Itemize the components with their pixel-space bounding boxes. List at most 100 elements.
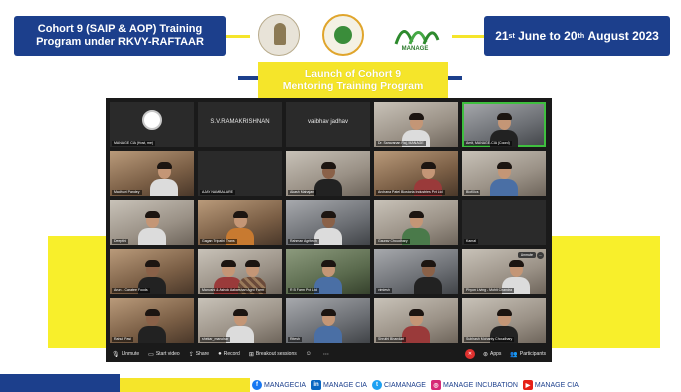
participant-tile[interactable]: Shruthi Bhandari [374, 298, 458, 343]
participant-video [314, 309, 342, 343]
breakout-sessions-button[interactable]: ⊞ Breakout sessions [249, 351, 297, 358]
participant-tile[interactable]: Subhash Mohanty Choudhary [462, 298, 546, 343]
more-button[interactable]: ⋯ [323, 351, 331, 358]
participant-name: Manushi & Ashok Aakarshan Agro Farm [200, 288, 266, 293]
close-icon: ✕ [467, 351, 473, 357]
participant-name: Ritesh [288, 337, 302, 342]
twitter-handle: CIAMANAGE [383, 381, 426, 389]
cohort-title-line1: Cohort 9 (SAIP & AOP) Training [37, 23, 203, 35]
cohort-title-line2: Program under RKVY-RAFTAAR [36, 36, 204, 48]
manage-seal-logo-icon [322, 14, 364, 56]
participant-tile[interactable]: Archana Patel Biostoria Industries Pvt L… [374, 151, 458, 196]
date-end-rest: August 2023 [587, 29, 659, 43]
participants-icon: 👥 [510, 351, 518, 358]
record-button[interactable]: ● Record [218, 351, 240, 357]
participant-tile[interactable]: R B Farm Pvt Ltd [286, 249, 370, 294]
date-end-sup: th [577, 32, 585, 40]
participant-tile[interactable]: shekar_manohar [198, 298, 282, 343]
video-camera-icon: ▭ [148, 351, 154, 358]
twitter-link[interactable]: t CIAMANAGE [371, 380, 426, 390]
youtube-link[interactable]: ▶ MANAGE CIA [522, 380, 579, 390]
national-emblem-logo-icon [258, 14, 300, 56]
participant-tile[interactable]: Dr. Saravanan Raj, MANAGE [374, 102, 458, 147]
participant-name: Kamal [464, 239, 478, 244]
participant-video [490, 162, 518, 196]
facebook-handle: MANAGECIA [264, 381, 307, 389]
launch-accent-right [448, 76, 462, 80]
participant-tile[interactable]: BioKlics [462, 151, 546, 196]
share-label: Share [195, 351, 210, 357]
participant-tile[interactable]: vaibhav jadhav [286, 102, 370, 147]
date-end-day: 20 [564, 29, 578, 43]
participant-video [413, 260, 442, 294]
unmute-button[interactable]: 🎙 Unmute [112, 351, 139, 358]
twitter-icon: t [371, 380, 382, 390]
participant-tile[interactable]: Arun - Caratee Foods [110, 249, 194, 294]
participant-name: shekar_manohar [200, 337, 231, 342]
breakout-label: Breakout sessions [255, 351, 297, 357]
launch-accent-left [238, 76, 258, 80]
launch-title-line2: Mentoring Training Program [282, 80, 424, 92]
apps-button[interactable]: ⊛ Apps [483, 351, 501, 358]
participant-tile[interactable]: vimlesh [374, 249, 458, 294]
emoji-icon: ☺ [305, 351, 312, 357]
participant-name: Arun - Caratee Foods [112, 288, 150, 293]
participant-name: R B Farm Pvt Ltd [288, 288, 319, 293]
participant-tile[interactable]: MANAGE CIA (Host, me) [110, 102, 194, 147]
participant-video [402, 309, 430, 343]
participant-tile[interactable]: Gagan Tripathi Trans [198, 200, 282, 245]
tile-unmute-button[interactable]: Unmute [517, 252, 536, 258]
date-start-day: 21 [495, 29, 509, 43]
date-start-sup: st [508, 32, 515, 40]
participant-tile[interactable]: Ritesh [286, 298, 370, 343]
participant-tile[interactable]: Deepthi [110, 200, 194, 245]
participant-tile[interactable]: Madhuri Pandey [110, 151, 194, 196]
participant-tile[interactable]: S.V.RAMAKRISHNAN [198, 102, 282, 147]
partner-logos: MANAGE [250, 10, 450, 60]
participant-name: Deepthi [112, 239, 129, 244]
participant-display-name: S.V.RAMAKRISHNAN [210, 119, 270, 125]
record-label: Record [223, 351, 240, 357]
instagram-link[interactable]: ◎ MANAGE INCUBATION [430, 380, 518, 390]
participant-name: Akash Mahajan [288, 190, 317, 195]
participants-label: Participants [519, 351, 546, 357]
launch-title-box: Launch of Cohort 9 Mentoring Training Pr… [258, 62, 448, 98]
participant-video [314, 162, 342, 196]
participant-tile[interactable]: AJAY NAMBALARE [198, 151, 282, 196]
participant-tile[interactable]: Akash Mahajan [286, 151, 370, 196]
apps-icon: ⊛ [482, 351, 488, 358]
participant-name: Rahul Pasi [112, 337, 133, 342]
header-accent-line-left [226, 35, 250, 38]
start-video-button[interactable]: ▭ Start video [148, 351, 180, 358]
date-start-month: June to [518, 29, 561, 43]
manage-leaf-logo-text: MANAGE [401, 46, 429, 52]
participant-tile[interactable]: Kamal [462, 200, 546, 245]
participant-name: Archana Patel Biostoria Industries Pvt L… [376, 190, 445, 195]
cohort-title-box: Cohort 9 (SAIP & AOP) Training Program u… [14, 16, 226, 56]
leave-meeting-button[interactable]: ✕ [464, 349, 475, 359]
participant-tile[interactable]: Manushi & Ashok Aakarshan Agro Farm [198, 249, 282, 294]
facebook-link[interactable]: f MANAGECIA [252, 380, 306, 390]
social-links: f MANAGECIA in MANAGE CIA t CIAMANAGE ◎ MANA… [252, 378, 681, 392]
manage-cia-avatar-icon [142, 110, 162, 130]
participant-tile[interactable]: Unmute ⋯ Phyon Living - Mohit Chandra [462, 249, 546, 294]
participant-gallery: MANAGE CIA (Host, me) S.V.RAMAKRISHNAN v… [110, 102, 548, 344]
participant-name: Madhuri Pandey [112, 190, 142, 195]
participant-video [149, 162, 178, 196]
participant-tile[interactable]: Rahul Pasi [110, 298, 194, 343]
tile-more-icon[interactable]: ⋯ [537, 252, 544, 259]
microphone-muted-icon: 🎙 [112, 351, 120, 358]
reactions-button[interactable]: ☺ [306, 351, 314, 357]
linkedin-link[interactable]: in MANAGE CIA [311, 380, 367, 390]
header-accent-line-right [452, 35, 484, 38]
participant-tile-active-speaker[interactable]: Amit, MANAGE-CIA (Coord) [462, 102, 546, 147]
apps-label: Apps [489, 351, 502, 357]
start-video-label: Start video [155, 351, 180, 357]
participant-tile[interactable]: Rahman Agritech [286, 200, 370, 245]
participant-display-name: vaibhav jadhav [307, 119, 349, 125]
share-button[interactable]: ⇪ Share [189, 351, 209, 358]
participant-name: Dr. Saravanan Raj, MANAGE [376, 141, 426, 146]
participants-button[interactable]: 👥 Participants [510, 351, 546, 358]
participant-name: AJAY NAMBALARE [200, 190, 235, 195]
participant-tile[interactable]: Gaurav Choudhary [374, 200, 458, 245]
